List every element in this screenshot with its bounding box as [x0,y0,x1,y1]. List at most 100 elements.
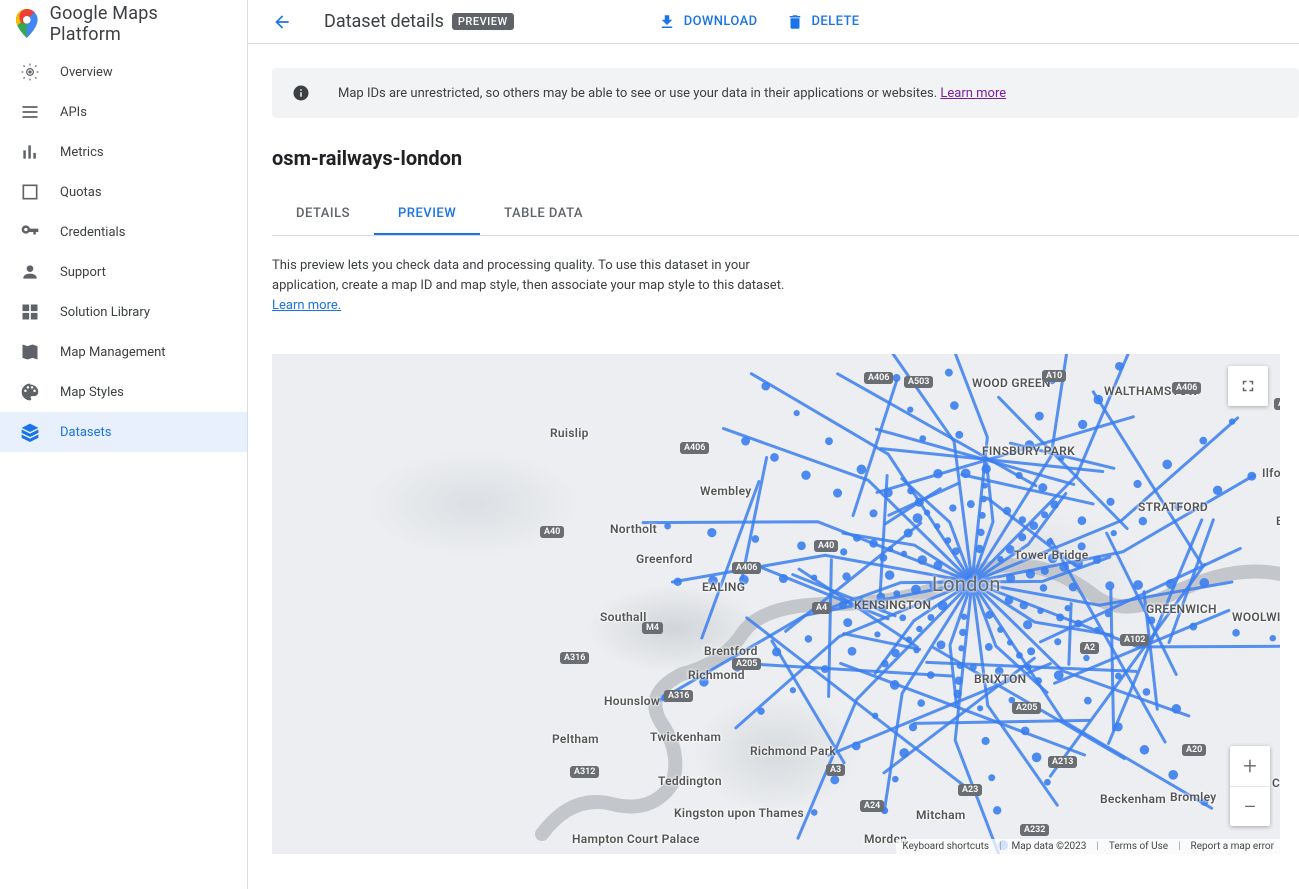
sidebar-item-map-management[interactable]: Map Management [0,332,247,372]
road-shield: A20 [1182,744,1206,756]
sidebar-item-label: Datasets [60,425,112,440]
sidebar-item-label: Support [60,265,106,280]
map-label: BRIXTON [974,672,1026,686]
sidebar-item-credentials[interactable]: Credentials [0,212,247,252]
road-shield: M4 [642,622,663,634]
zoom-control: + − [1230,746,1270,826]
sidebar-item-label: Map Styles [60,385,124,400]
map-label: GREENWICH [1146,602,1217,616]
report-error-link[interactable]: Report a map error [1178,841,1274,852]
support-icon [20,262,40,282]
metrics-icon [20,142,40,162]
map-label: EALING [702,580,745,594]
road-shield: A12 [1274,398,1280,410]
map-label: Mitcham [916,808,966,822]
map-preview[interactable]: WOOD GREENWALTHAMSTOWFINSBURY PARKSTRATF… [272,354,1280,854]
map-label: Twickenham [650,730,721,744]
map-label: WOOLWICH [1232,610,1280,624]
preview-description: This preview lets you check data and pro… [272,256,792,316]
sidebar-item-solution[interactable]: Solution Library [0,292,247,332]
road-shield: A102 [1120,634,1149,646]
sidebar-item-map-styles[interactable]: Map Styles [0,372,247,412]
map-label: Southall [600,610,647,624]
quotas-icon [20,182,40,202]
road-shield: A213 [1048,756,1077,768]
preview-chip: PREVIEW [452,13,514,30]
tab-preview[interactable]: PREVIEW [374,194,480,235]
map-center-label: London [932,572,1001,596]
road-shield: A4 [812,602,831,614]
map-label: Northolt [610,522,657,536]
keyboard-shortcuts-link[interactable]: Keyboard shortcuts [902,841,989,852]
sidebar-item-label: Solution Library [60,305,150,320]
sidebar-item-label: Overview [60,65,113,80]
map-label: Bromley [1170,790,1217,804]
info-banner: Map IDs are unrestricted, so others may … [272,68,1299,118]
sidebar-item-label: Metrics [60,145,104,160]
apis-icon [20,102,40,122]
topbar: Dataset details PREVIEW DOWNLOAD DELETE [248,0,1299,44]
road-shield: A316 [664,690,693,702]
map-label: Tower Bridge [1014,548,1089,562]
road-shield: A312 [570,766,599,778]
content-scroll[interactable]: Map IDs are unrestricted, so others may … [248,44,1299,889]
delete-button[interactable]: DELETE [786,13,860,31]
map-label: Hampton Court Palace [572,832,700,846]
road-shield: A2 [1080,642,1099,654]
zoom-in-button[interactable]: + [1230,746,1270,786]
map-label: Wembley [700,484,752,498]
tab-table-data[interactable]: TABLE DATA [480,194,607,235]
map-label: Richmond Park [750,744,836,758]
download-button[interactable]: DOWNLOAD [658,13,758,31]
main-content: Dataset details PREVIEW DOWNLOAD DELETE … [248,0,1299,889]
road-shield: A503 [904,376,933,388]
sidebar-item-metrics[interactable]: Metrics [0,132,247,172]
map-copyright: Map data ©2023 [999,841,1086,852]
sidebar-item-apis[interactable]: APIs [0,92,247,132]
map-label: FINSBURY PARK [982,444,1075,458]
page-title: Dataset details [324,11,444,32]
map-label: KENSINGTON [854,598,931,612]
sidebar-item-label: Credentials [60,225,125,240]
road-shield: A406 [864,372,893,384]
map-attribution: Keyboard shortcuts Map data ©2023 Terms … [896,839,1280,854]
road-shield: A406 [732,562,761,574]
sidebar: Google Maps Platform Overview APIs Metrics… [0,0,248,889]
zoom-out-button[interactable]: − [1230,786,1270,826]
sidebar-item-support[interactable]: Support [0,252,247,292]
sidebar-item-label: APIs [60,105,87,120]
sidebar-item-quotas[interactable]: Quotas [0,172,247,212]
dataset-name: osm-railways-london [272,146,1299,170]
map-label: STRATFORD [1138,500,1208,514]
sidebar-item-overview[interactable]: Overview [0,52,247,92]
road-shield: A232 [1020,824,1049,836]
map-label: Hounslow [604,694,660,708]
map-label: Kingston upon Thames [674,806,804,820]
banner-learn-more-link[interactable]: Learn more [940,86,1006,101]
map-label: WOOD GREEN [972,376,1051,390]
sidebar-item-datasets[interactable]: Datasets [0,412,247,452]
map-label: Peltham [552,732,599,746]
map-label: Beckenham [1100,792,1166,806]
road-shield: A205 [1012,702,1041,714]
back-button[interactable] [264,4,300,40]
map-styles-icon [20,382,40,402]
fullscreen-button[interactable] [1228,366,1268,406]
map-label: Ilford [1262,466,1280,480]
preview-learn-more-link[interactable]: Learn more. [272,298,341,313]
datasets-icon [20,422,40,442]
road-shield: A406 [1172,382,1201,394]
road-shield: A10 [1042,370,1066,382]
credentials-icon [20,222,40,242]
map-label: Greenford [636,552,693,566]
terms-link[interactable]: Terms of Use [1096,841,1168,852]
map-management-icon [20,342,40,362]
map-label: Barking [1276,514,1280,528]
map-label: Chislehurst [1272,776,1280,790]
tab-details[interactable]: DETAILS [272,194,374,235]
sidebar-header: Google Maps Platform [0,0,247,48]
map-label: Ruislip [550,426,589,440]
road-shield: A316 [560,652,589,664]
maps-pin-icon [16,9,38,39]
download-label: DOWNLOAD [684,14,758,29]
